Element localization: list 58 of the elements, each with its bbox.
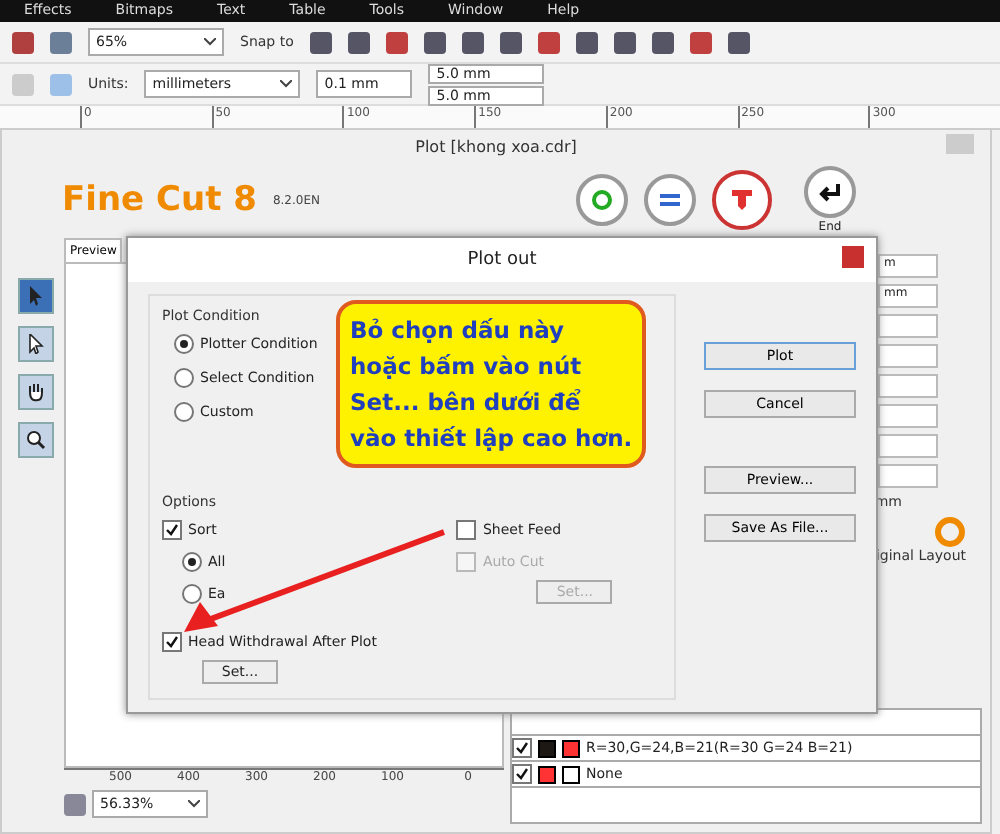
toolbar-icon[interactable] [613, 31, 636, 53]
toolbar-icon[interactable] [575, 31, 598, 53]
refresh-button[interactable] [576, 174, 628, 226]
radio-button[interactable] [174, 368, 194, 388]
spin-field[interactable] [878, 344, 938, 368]
tool-button[interactable] [18, 278, 54, 314]
spin-field[interactable] [878, 374, 938, 398]
tool-button[interactable] [18, 326, 54, 362]
caret-icon [188, 800, 200, 808]
toolbar-icon[interactable] [423, 31, 446, 53]
toolbar-icon[interactable] [689, 31, 712, 53]
search-icon [26, 430, 46, 450]
toolbar-icon[interactable] [537, 31, 560, 53]
tick-icon [516, 742, 528, 754]
tool-button[interactable] [18, 374, 54, 410]
caret-icon [280, 80, 293, 88]
checkbox[interactable] [456, 520, 477, 540]
dialog-title: Plot out [467, 250, 537, 270]
radio-button[interactable] [174, 334, 194, 354]
return-arrow-icon [818, 182, 842, 202]
window-title: Plot [khong xoa.cdr] [415, 137, 577, 155]
spin-field[interactable] [878, 464, 938, 488]
swap-button[interactable] [644, 174, 696, 226]
checkbox[interactable] [162, 632, 182, 652]
spin-field[interactable] [878, 314, 938, 338]
toolbar-icon[interactable] [385, 31, 408, 53]
end-button[interactable] [804, 166, 856, 218]
color-swatch [538, 739, 556, 757]
checkbox[interactable] [512, 764, 532, 784]
pointer-icon [28, 286, 44, 306]
checkbox[interactable] [512, 738, 532, 758]
radio-button[interactable] [174, 402, 194, 422]
tick-icon [166, 524, 178, 536]
toolbar-icon[interactable] [651, 31, 674, 53]
toolbar-icon[interactable] [50, 31, 72, 53]
caret-icon [204, 38, 216, 46]
empty-swatch [562, 765, 580, 783]
tick-icon [166, 636, 178, 648]
toolbar-icon[interactable] [499, 31, 522, 53]
toolbar-icon[interactable] [12, 31, 34, 53]
swap-icon [658, 190, 682, 210]
callout-text: Bỏ chọn dấu này hoặc bấm vào nút Set... bên dưới để vào thiết lập cao hơn. [350, 314, 633, 456]
hand-icon [26, 382, 46, 402]
radio-button[interactable] [182, 584, 202, 604]
radio-button[interactable] [182, 552, 202, 572]
pointer-icon [28, 334, 44, 354]
tool-button[interactable] [18, 422, 54, 458]
toolbar-icon[interactable] [347, 31, 370, 53]
logo: Fine Cut 8 [62, 180, 257, 220]
plot-button[interactable] [712, 170, 772, 230]
tick-icon [516, 768, 528, 780]
spin-field[interactable] [878, 404, 938, 428]
toolbar-icon[interactable] [461, 31, 484, 53]
view-icon[interactable] [64, 793, 86, 815]
checkbox[interactable] [162, 520, 182, 540]
spin-field[interactable] [878, 434, 938, 458]
toolbar-icon[interactable] [727, 31, 750, 53]
toolbar-icon[interactable] [309, 31, 332, 53]
